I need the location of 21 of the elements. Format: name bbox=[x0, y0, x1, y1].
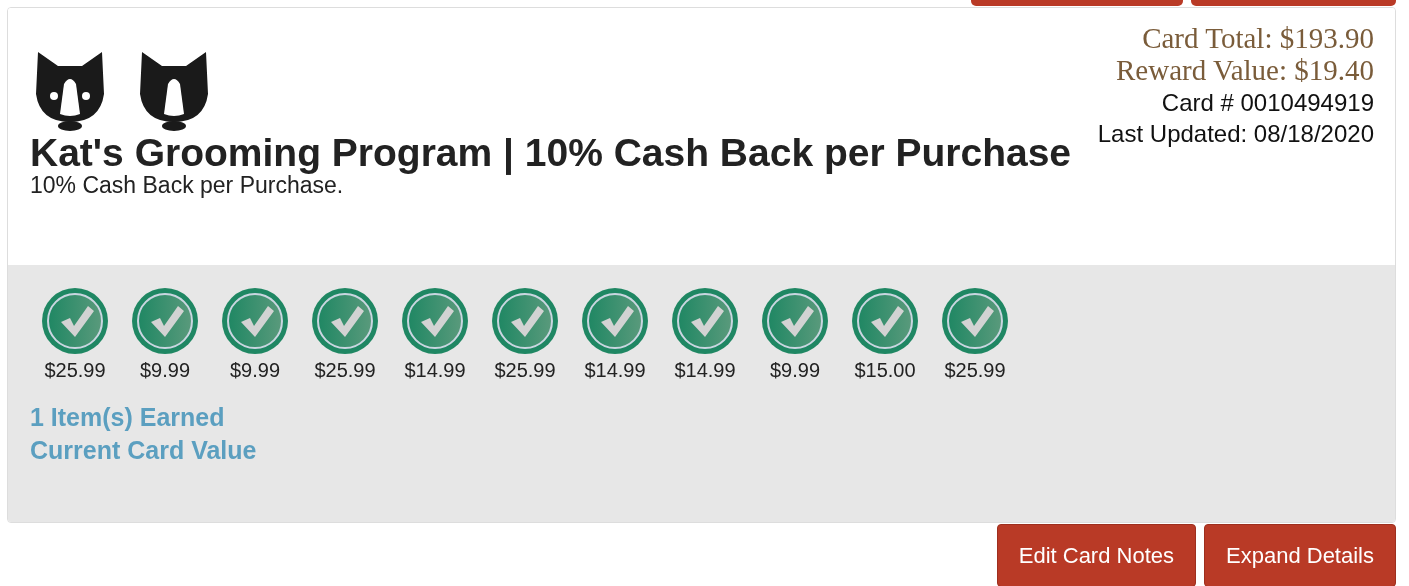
card-number: Card # 0010494919 bbox=[1160, 87, 1374, 118]
purchase-amount: $9.99 bbox=[769, 358, 821, 383]
button-edge[interactable] bbox=[1191, 0, 1396, 6]
purchase-amount: $25.99 bbox=[314, 358, 376, 383]
action-button[interactable]: Expand Details bbox=[1204, 524, 1396, 586]
purchase-amount: $14.99 bbox=[674, 358, 736, 383]
reward-value: Reward Value: $19.40 bbox=[1115, 54, 1374, 87]
purchase-amount: $14.99 bbox=[584, 358, 646, 383]
purchase-amount: $25.99 bbox=[44, 358, 106, 383]
purchase-amount: $9.99 bbox=[139, 358, 191, 383]
action-button[interactable]: Edit Card Notes bbox=[996, 524, 1196, 586]
purchase-amount: $15.00 bbox=[854, 358, 916, 383]
button-edge[interactable] bbox=[971, 0, 1183, 6]
purchase-amount: $9.99 bbox=[229, 358, 281, 383]
purchase-amount: $25.99 bbox=[944, 358, 1006, 383]
purchase-amount: $14.99 bbox=[404, 358, 466, 383]
card-total: Card Total: $193.90 bbox=[1141, 22, 1374, 55]
last-updated: Last Updated: 08/18/2020 bbox=[1097, 119, 1374, 150]
purchase-amount: $25.99 bbox=[494, 358, 556, 383]
program-description: 10% Cash Back per Purchase. bbox=[30, 174, 344, 198]
program-title: Kat's Grooming Program | 10% Cash Back per Purchase bbox=[30, 133, 1072, 175]
